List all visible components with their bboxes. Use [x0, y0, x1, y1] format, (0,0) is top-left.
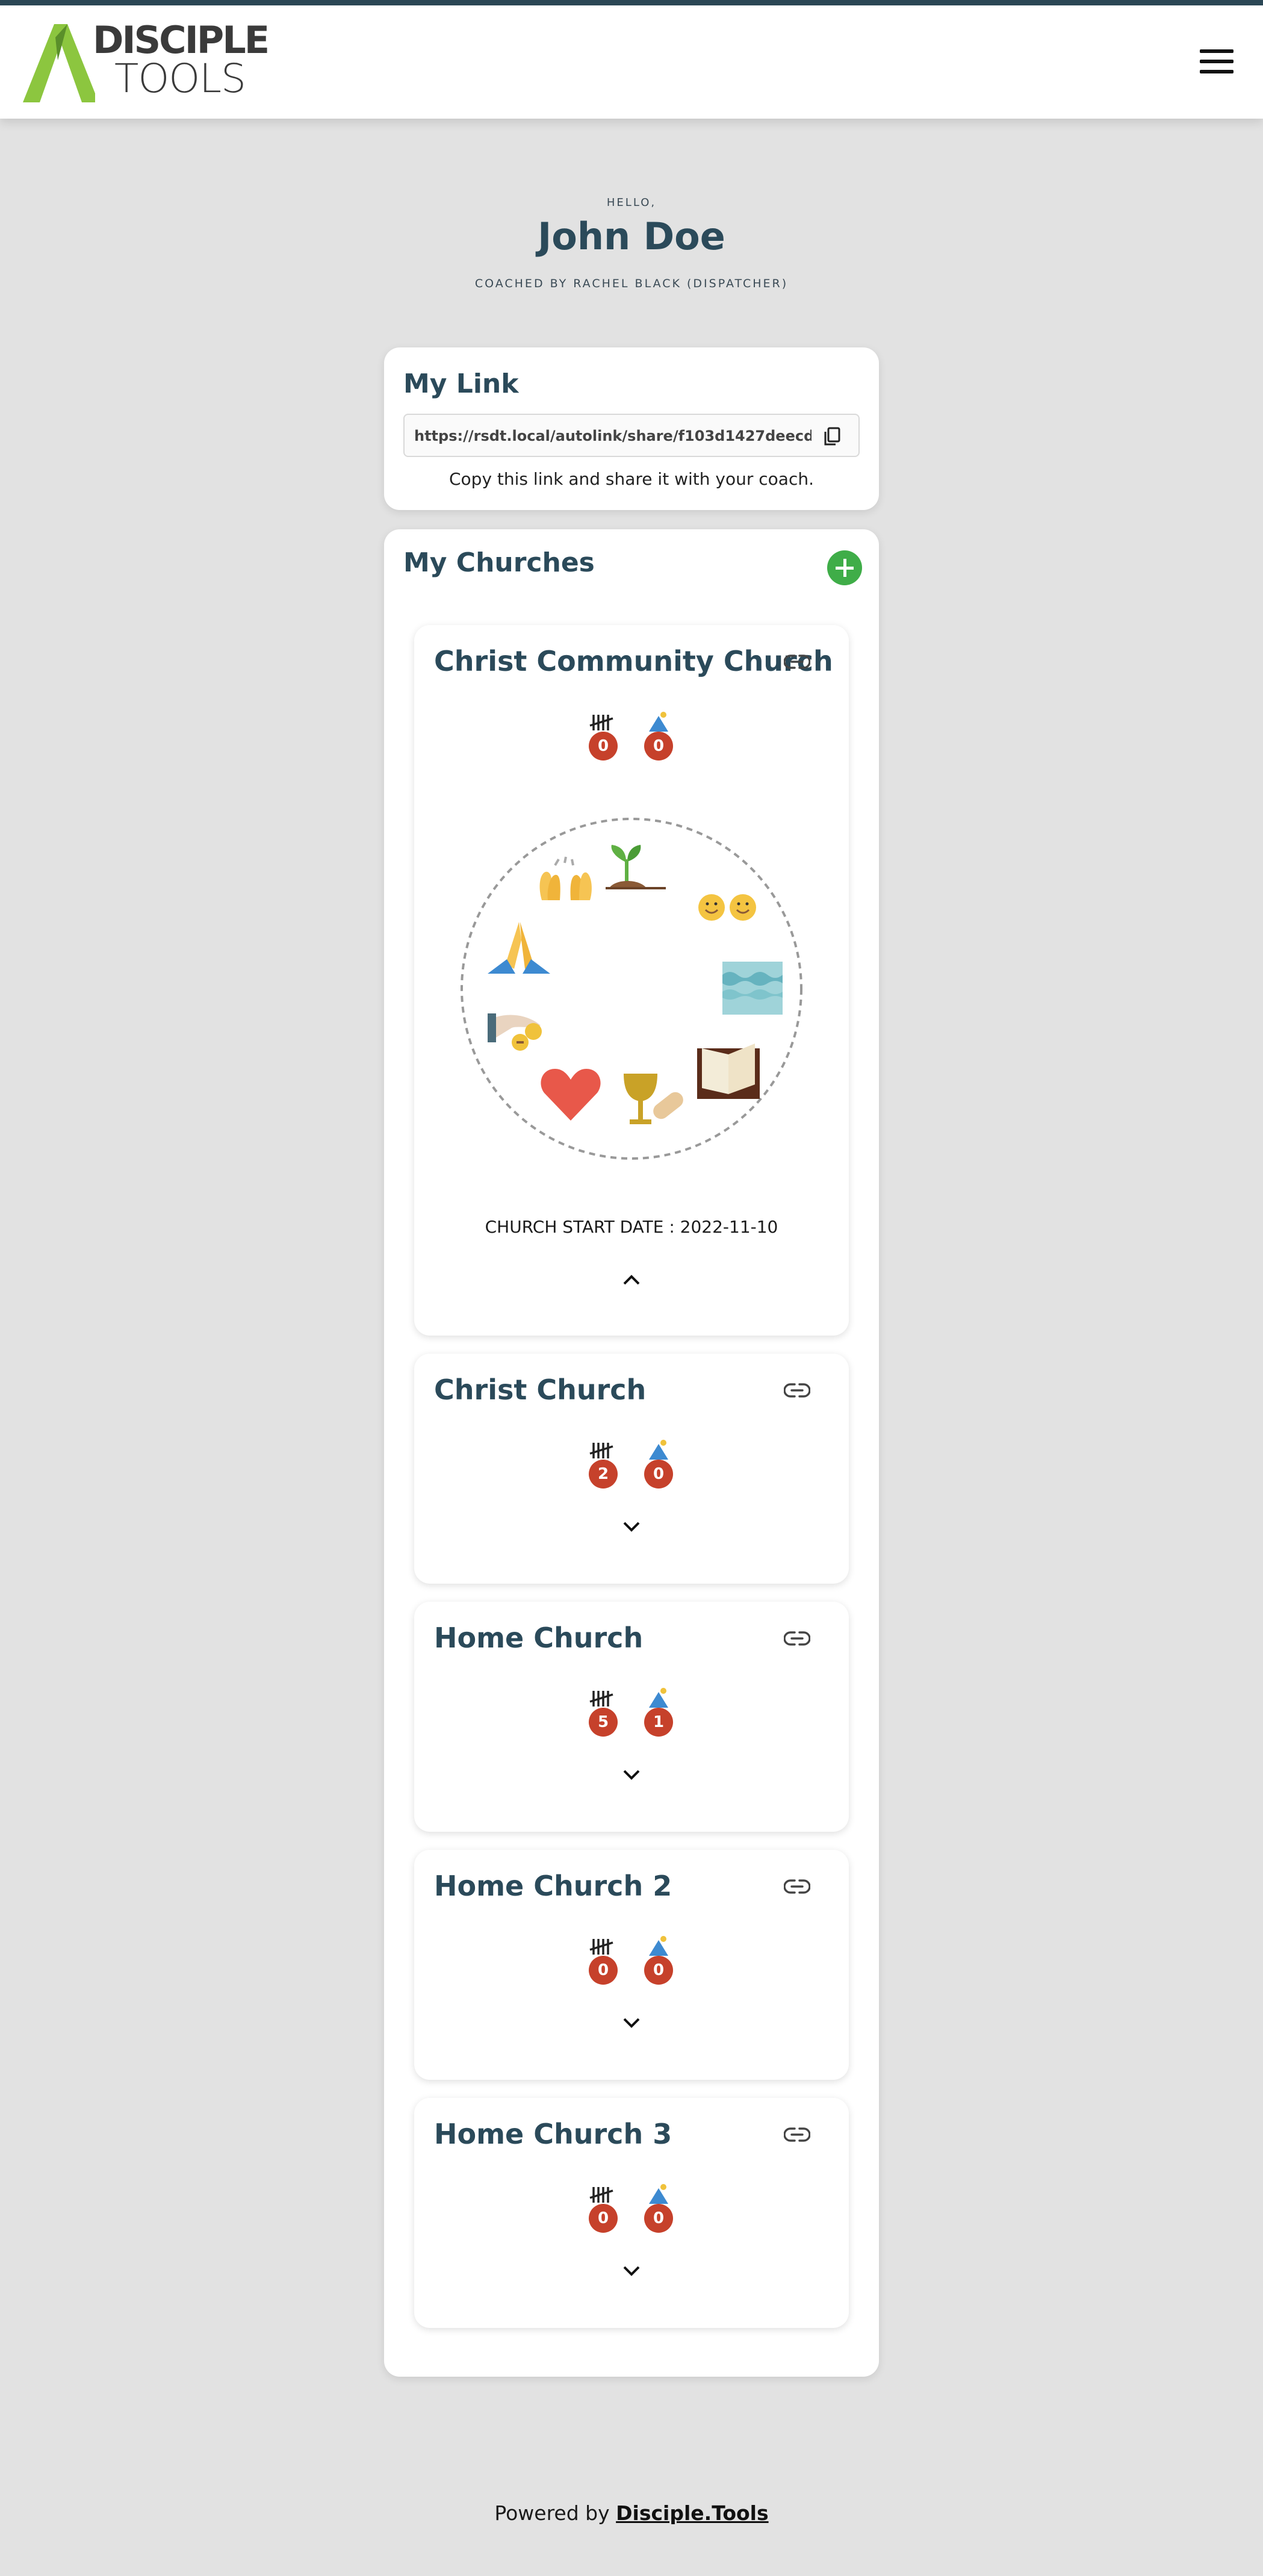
bible-icon — [697, 1044, 760, 1099]
tally-marks-icon — [589, 2187, 613, 2203]
members-count-metric: 0 — [585, 714, 621, 761]
members-count-metric: 0 — [585, 2186, 621, 2233]
my-link-card: My Link https://rsdt.local/autolink/shar… — [384, 347, 879, 510]
share-link-url[interactable]: https://rsdt.local/autolink/share/f103d1… — [414, 428, 811, 444]
hamburger-menu-icon[interactable] — [1200, 49, 1234, 73]
members-count-badge: 2 — [589, 1460, 618, 1489]
health-circle-graphic — [461, 818, 802, 1160]
church-card: Christ Church 2 0 — [414, 1354, 849, 1584]
baptisms-count-metric: 0 — [641, 2184, 677, 2233]
baptism-person-icon — [649, 2184, 668, 2204]
logo-mark-icon — [23, 24, 95, 102]
link-chain-icon[interactable] — [784, 1879, 810, 1894]
church-card: Home Church 3 0 0 — [414, 2098, 849, 2328]
members-count-metric: 0 — [585, 1938, 621, 1985]
sprout-icon — [606, 845, 666, 889]
share-link-field[interactable]: https://rsdt.local/autolink/share/f103d1… — [403, 414, 860, 457]
tally-marks-icon — [589, 715, 613, 730]
church-start-date: CHURCH START DATE : 2022-11-10 — [485, 1217, 778, 1237]
footer-prefix: Powered by — [494, 2501, 616, 2525]
copy-icon[interactable] — [822, 426, 842, 447]
praise-hands-icon — [539, 856, 592, 900]
church-card: Christ Community Church 0 0 CHURCH START… — [414, 625, 849, 1336]
love-heart-icon — [541, 1069, 601, 1121]
tally-marks-icon — [589, 1443, 613, 1458]
baptisms-count-badge: 0 — [644, 732, 673, 761]
share-link-hint: Copy this link and share it with your co… — [449, 469, 814, 489]
greeting-hello: HELLO, — [606, 196, 657, 209]
baptisms-count-metric: 1 — [641, 1688, 677, 1737]
baptism-person-icon — [649, 1936, 668, 1956]
baptisms-count-badge: 1 — [644, 1708, 673, 1737]
members-count-metric: 5 — [585, 1690, 621, 1737]
link-chain-icon[interactable] — [784, 1383, 810, 1398]
baptism-water-icon — [722, 962, 783, 1015]
baptisms-count-metric: 0 — [641, 1440, 677, 1489]
baptisms-count-badge: 0 — [644, 1956, 673, 1985]
church-card: Home Church 2 0 0 — [414, 1850, 849, 2080]
church-name: Home Church 2 — [434, 1870, 672, 1902]
church-name: Christ Community Church — [434, 645, 833, 677]
footer-link[interactable]: Disciple.Tools — [616, 2501, 769, 2525]
fellowship-faces-icon — [698, 894, 756, 921]
footer: Powered by Disciple.Tools — [0, 2501, 1263, 2525]
church-card: Home Church 5 1 — [414, 1602, 849, 1832]
baptism-person-icon — [649, 1440, 668, 1460]
logo-word-tools: TOOLS — [114, 55, 246, 102]
church-name: Home Church 3 — [434, 2118, 672, 2150]
chevron-up-icon[interactable] — [621, 1273, 642, 1287]
members-count-badge: 5 — [589, 1708, 618, 1737]
church-health-circle — [458, 815, 805, 1163]
baptism-person-icon — [649, 712, 668, 732]
baptisms-count-badge: 0 — [644, 2204, 673, 2233]
tally-marks-icon — [589, 1939, 613, 1955]
members-count-badge: 0 — [589, 2204, 618, 2233]
top-bar: DISCIPLE TOOLS — [0, 0, 1263, 119]
coached-by-text: COACHED BY RACHEL BLACK (DISPATCHER) — [474, 277, 789, 290]
members-count-metric: 2 — [585, 1442, 621, 1489]
my-churches-title: My Churches — [403, 547, 595, 578]
link-chain-icon[interactable] — [784, 1631, 810, 1646]
giving-hand-icon — [488, 1013, 542, 1051]
baptisms-count-metric: 0 — [641, 1936, 677, 1985]
add-church-button[interactable] — [827, 550, 862, 585]
tally-marks-icon — [589, 1691, 613, 1706]
baptism-person-icon — [649, 1688, 668, 1708]
link-chain-icon[interactable] — [784, 2127, 810, 2142]
members-count-badge: 0 — [589, 1956, 618, 1985]
chevron-down-icon[interactable] — [621, 1519, 642, 1534]
link-chain-icon[interactable] — [784, 654, 810, 670]
disciple-tools-logo[interactable]: DISCIPLE TOOLS — [23, 20, 276, 105]
baptisms-count-badge: 0 — [644, 1460, 673, 1489]
user-name: John Doe — [538, 214, 725, 258]
chevron-down-icon[interactable] — [621, 2263, 642, 2278]
church-name: Home Church — [434, 1622, 644, 1654]
baptisms-count-metric: 0 — [641, 712, 677, 761]
prayer-hands-icon — [488, 922, 550, 974]
chevron-down-icon[interactable] — [621, 1767, 642, 1782]
logo-word-disciple: DISCIPLE — [93, 18, 270, 62]
church-name: Christ Church — [434, 1374, 647, 1406]
members-count-badge: 0 — [589, 732, 618, 761]
my-link-title: My Link — [403, 369, 519, 399]
communion-cup-icon — [624, 1074, 683, 1124]
chevron-down-icon[interactable] — [621, 2015, 642, 2030]
